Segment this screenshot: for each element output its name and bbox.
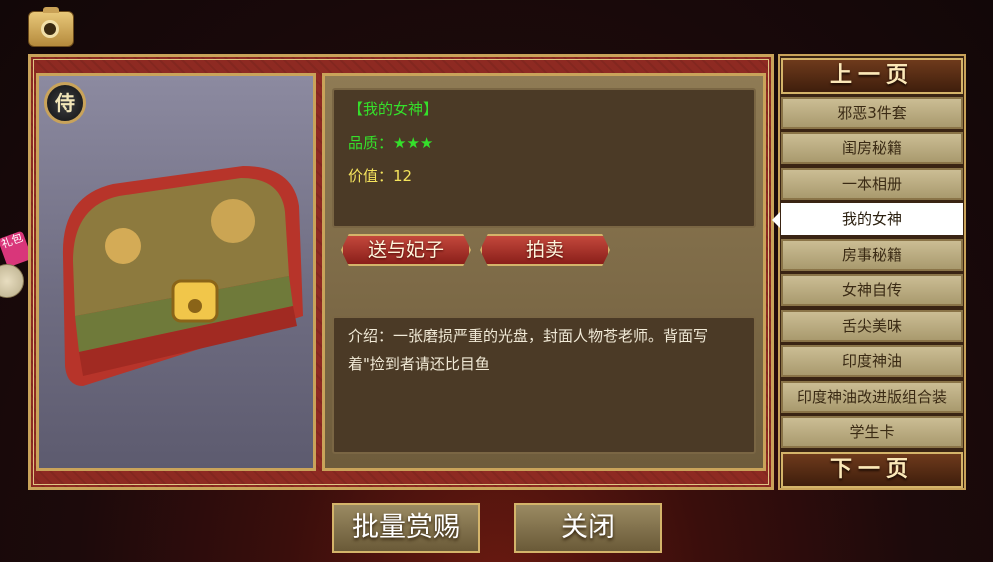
list-item[interactable]: 女神自传 [781, 274, 963, 306]
gift-ball-icon [0, 264, 24, 298]
list-item[interactable]: 舌尖美味 [781, 310, 963, 342]
next-page-button[interactable]: 下一页 [781, 452, 963, 488]
treasure-chest-image [62, 166, 303, 386]
close-button[interactable]: 关闭 [514, 503, 662, 553]
selection-arrow-icon [772, 212, 780, 228]
camera-top [43, 7, 59, 13]
item-preview-area [36, 73, 316, 471]
item-description: 介绍：一张磨损严重的光盘，封面人物苍老师。背面写着"捡到者请还比目鱼 [348, 327, 709, 373]
prev-page-button[interactable]: 上一页 [781, 58, 963, 94]
gift-pack-widget[interactable]: 礼包 [0, 230, 33, 298]
list-item-selected[interactable]: 我的女神 [781, 203, 963, 235]
item-value: 价值：12 [348, 167, 413, 185]
list-item[interactable]: 闺房秘籍 [781, 132, 963, 164]
gift-to-consort-button[interactable]: 送与妃子 [341, 234, 471, 266]
batch-reward-button[interactable]: 批量赏赐 [332, 503, 480, 553]
list-item[interactable]: 邪恶3件套 [781, 97, 963, 129]
list-item[interactable]: 房事秘籍 [781, 239, 963, 271]
auction-button[interactable]: 拍卖 [480, 234, 610, 266]
camera-lens [41, 20, 59, 38]
item-name: 【我的女神】 [348, 100, 439, 118]
list-item[interactable]: 印度神油改进版组合装 [781, 381, 963, 413]
rank-badge-icon: 侍 [44, 82, 86, 124]
list-item[interactable]: 印度神油 [781, 345, 963, 377]
list-item[interactable]: 一本相册 [781, 168, 963, 200]
item-quality: 品质：★★★ [348, 134, 434, 152]
list-item[interactable]: 学生卡 [781, 416, 963, 448]
camera-icon[interactable] [28, 7, 74, 47]
